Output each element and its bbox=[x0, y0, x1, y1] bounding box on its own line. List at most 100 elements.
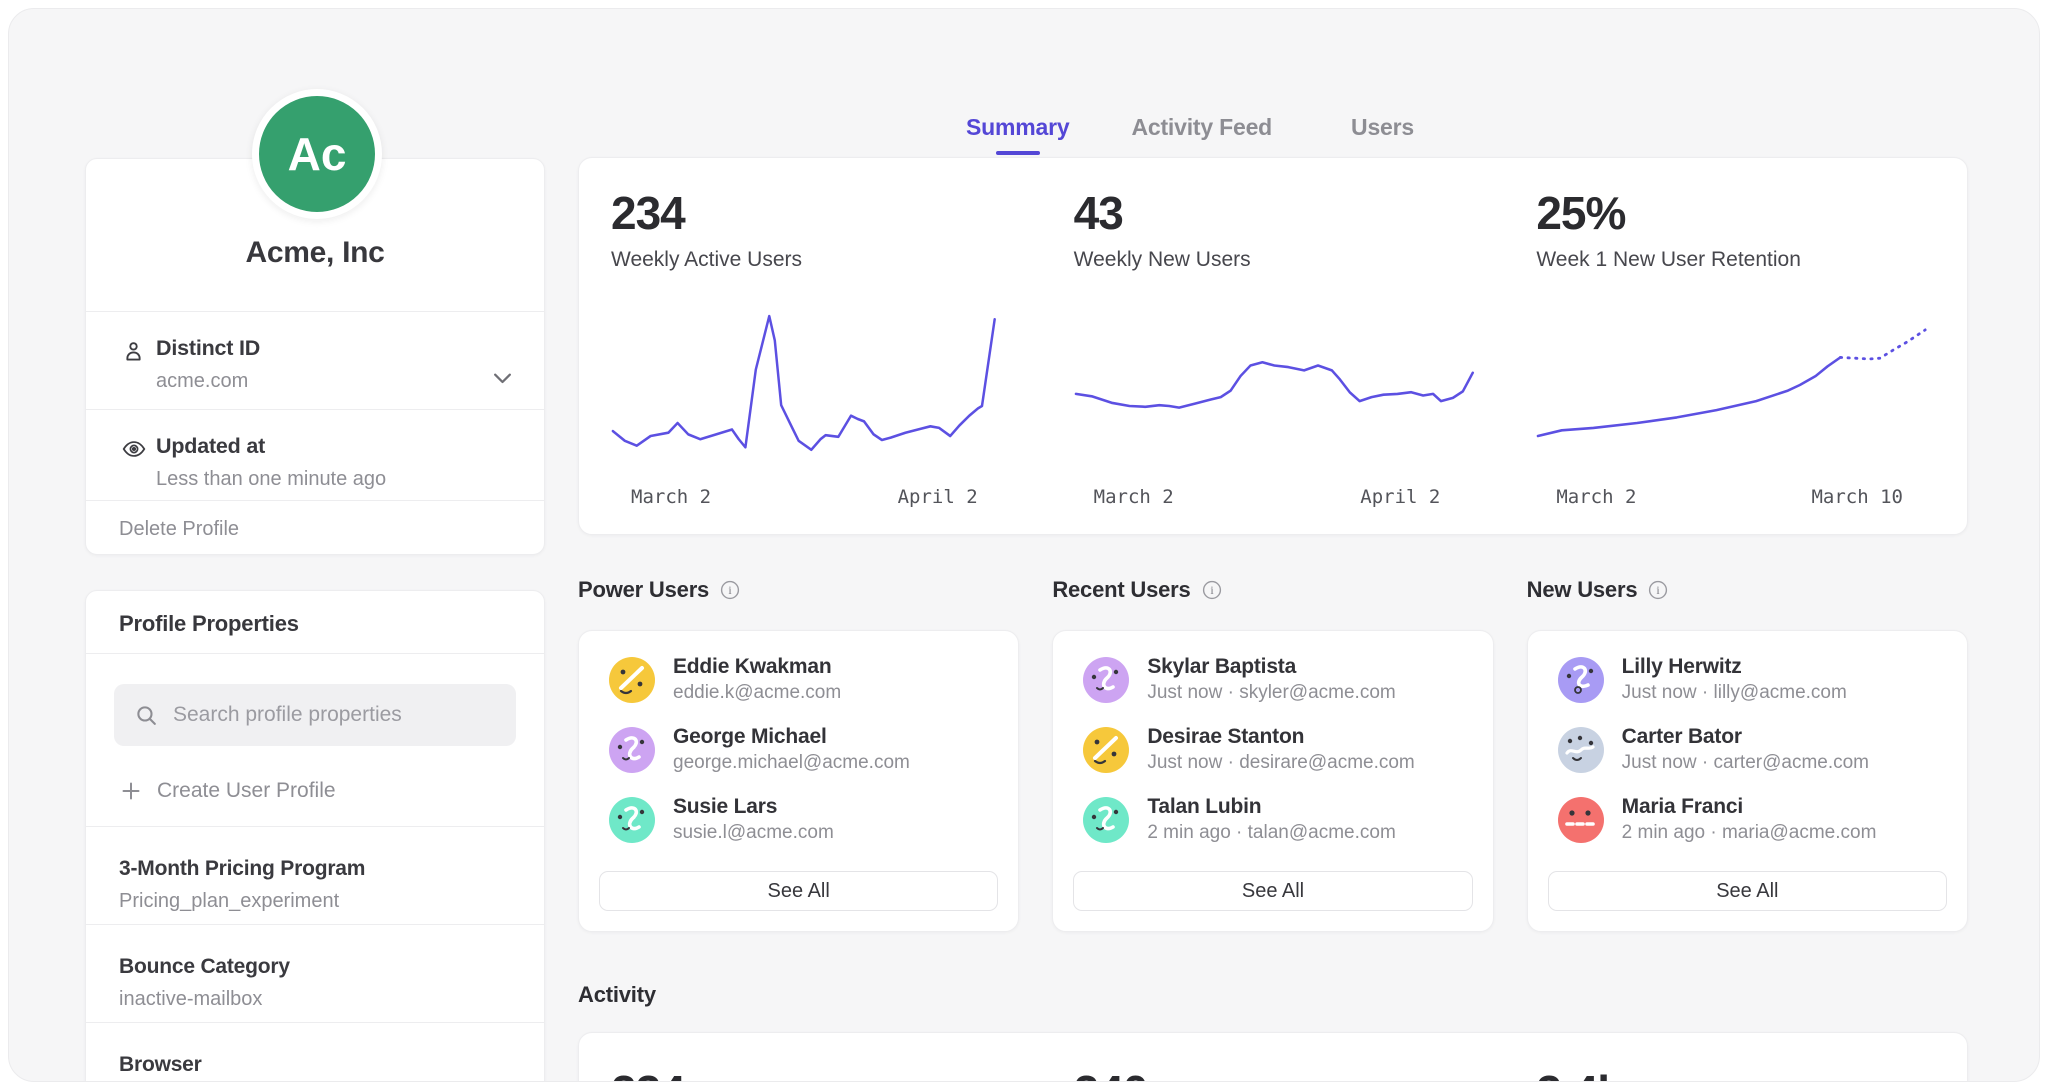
list-title: New Users bbox=[1527, 577, 1638, 603]
divider bbox=[86, 653, 544, 654]
user-name: Eddie Kwakman bbox=[673, 655, 841, 679]
tab-summary[interactable]: Summary bbox=[966, 114, 1069, 154]
activity-title: Activity bbox=[578, 982, 656, 1008]
profile-properties-title: Profile Properties bbox=[86, 591, 544, 653]
x-tick-left: March 2 bbox=[1556, 486, 1636, 508]
x-tick-left: March 2 bbox=[631, 486, 711, 508]
x-axis-labels: March 2 April 2 bbox=[1074, 486, 1475, 508]
stat-week1-retention: 25% Week 1 New User Retention March 2 Ma… bbox=[1504, 158, 1967, 534]
user-row[interactable]: Eddie Kwakman eddie.k@acme.com bbox=[609, 655, 988, 704]
user-row[interactable]: Lilly Herwitz Just now · lilly@acme.com bbox=[1558, 655, 1937, 704]
tab-users[interactable]: Users bbox=[1351, 114, 1414, 154]
eye-icon bbox=[121, 436, 147, 467]
user-subtext: Just now · skyler@acme.com bbox=[1147, 682, 1395, 704]
user-lists: Power Users i Eddie Kwakman eddie.k@acme… bbox=[578, 575, 1968, 932]
app-window: Acme, Inc Distinct ID acme.com bbox=[8, 8, 2040, 1082]
user-avatar bbox=[1083, 727, 1129, 773]
weekly-new-users-sparkline bbox=[1074, 304, 1475, 474]
activity-card: 234 240 3.4k bbox=[578, 1032, 1968, 1082]
property-name: Bounce Category bbox=[119, 955, 511, 979]
user-avatar bbox=[609, 727, 655, 773]
list-title: Power Users bbox=[578, 577, 709, 603]
x-tick-right: April 2 bbox=[898, 486, 978, 508]
info-icon[interactable]: i bbox=[1202, 580, 1222, 600]
stat-weekly-active-users: 234 Weekly Active Users March 2 April 2 bbox=[579, 158, 1042, 534]
stat-value: 234 bbox=[611, 190, 1012, 236]
profile-properties-card: Profile Properties Create User Profile 3… bbox=[85, 590, 545, 1082]
search-icon bbox=[134, 703, 159, 728]
create-user-profile-label: Create User Profile bbox=[157, 779, 336, 803]
stat-value: 234 bbox=[611, 1069, 1012, 1082]
chevron-down-icon[interactable] bbox=[489, 364, 516, 396]
user-avatar bbox=[1083, 797, 1129, 843]
user-row[interactable]: Talan Lubin 2 min ago · talan@acme.com bbox=[1083, 795, 1462, 844]
search-profile-properties-box[interactable] bbox=[114, 684, 516, 746]
activity-stat: 240 bbox=[1042, 1033, 1505, 1082]
stat-value: 240 bbox=[1074, 1069, 1475, 1082]
user-subtext: susie.l@acme.com bbox=[673, 822, 834, 844]
user-name: Skylar Baptista bbox=[1147, 655, 1395, 679]
updated-at-value: Less than one minute ago bbox=[156, 468, 386, 491]
user-subtext: Just now · desirare@acme.com bbox=[1147, 752, 1414, 774]
user-name: Susie Lars bbox=[673, 795, 834, 819]
user-avatar bbox=[1558, 797, 1604, 843]
recent-users-column: Recent Users i Skylar Baptista Just now … bbox=[1052, 575, 1493, 932]
list-header: Recent Users i bbox=[1052, 575, 1493, 605]
recent-users-card: Skylar Baptista Just now · skyler@acme.c… bbox=[1052, 630, 1493, 932]
list-header: New Users i bbox=[1527, 575, 1968, 605]
updated-at-label: Updated at bbox=[156, 434, 386, 459]
search-input[interactable] bbox=[171, 702, 496, 728]
stat-value: 3.4k bbox=[1536, 1069, 1937, 1082]
user-row[interactable]: Maria Franci 2 min ago · maria@acme.com bbox=[1558, 795, 1937, 844]
tab-activity-feed[interactable]: Activity Feed bbox=[1131, 114, 1272, 154]
create-user-profile-button[interactable]: Create User Profile bbox=[86, 770, 544, 812]
list-header: Power Users i bbox=[578, 575, 1019, 605]
property-row[interactable]: 3-Month Pricing Program Pricing_plan_exp… bbox=[86, 827, 544, 924]
distinct-id-value: acme.com bbox=[156, 370, 260, 393]
user-name: George Michael bbox=[673, 725, 910, 749]
user-avatar bbox=[1558, 657, 1604, 703]
distinct-id-label: Distinct ID bbox=[156, 336, 260, 361]
user-row[interactable]: George Michael george.michael@acme.com bbox=[609, 725, 988, 774]
user-name: Carter Bator bbox=[1622, 725, 1869, 749]
see-all-button[interactable]: See All bbox=[1548, 871, 1947, 911]
user-subtext: Just now · lilly@acme.com bbox=[1622, 682, 1847, 704]
user-subtext: Just now · carter@acme.com bbox=[1622, 752, 1869, 774]
user-row[interactable]: Skylar Baptista Just now · skyler@acme.c… bbox=[1083, 655, 1462, 704]
svg-text:i: i bbox=[728, 583, 732, 597]
user-avatar bbox=[1558, 727, 1604, 773]
user-avatar bbox=[609, 797, 655, 843]
property-row[interactable]: Browser Chrome bbox=[86, 1023, 544, 1082]
activity-stat: 3.4k bbox=[1504, 1033, 1967, 1082]
user-name: Lilly Herwitz bbox=[1622, 655, 1847, 679]
x-tick-right: April 2 bbox=[1360, 486, 1440, 508]
power-users-column: Power Users i Eddie Kwakman eddie.k@acme… bbox=[578, 575, 1019, 932]
user-row[interactable]: Desirae Stanton Just now · desirare@acme… bbox=[1083, 725, 1462, 774]
info-icon[interactable]: i bbox=[720, 580, 740, 600]
stat-value: 25% bbox=[1536, 190, 1937, 236]
week1-retention-sparkline bbox=[1536, 304, 1937, 474]
info-icon[interactable]: i bbox=[1648, 580, 1668, 600]
profile-tabs: Summary Activity Feed Users bbox=[578, 114, 1968, 154]
new-users-card: Lilly Herwitz Just now · lilly@acme.com … bbox=[1527, 630, 1968, 932]
plus-icon bbox=[119, 779, 143, 803]
svg-text:i: i bbox=[1210, 583, 1214, 597]
svg-text:i: i bbox=[1657, 583, 1661, 597]
property-name: Browser bbox=[119, 1053, 511, 1077]
user-row[interactable]: Susie Lars susie.l@acme.com bbox=[609, 795, 988, 844]
user-name: Desirae Stanton bbox=[1147, 725, 1414, 749]
distinct-id-row[interactable]: Distinct ID acme.com bbox=[86, 312, 544, 409]
new-users-column: New Users i Lilly Herwitz Just now · lil… bbox=[1527, 575, 1968, 932]
user-subtext: 2 min ago · maria@acme.com bbox=[1622, 822, 1877, 844]
delete-profile-button[interactable]: Delete Profile bbox=[86, 501, 544, 558]
stat-label: Weekly Active Users bbox=[611, 248, 1012, 272]
summary-card: 234 Weekly Active Users March 2 April 2 … bbox=[578, 157, 1968, 535]
see-all-button[interactable]: See All bbox=[1073, 871, 1472, 911]
property-row[interactable]: Bounce Category inactive-mailbox bbox=[86, 925, 544, 1022]
user-avatar bbox=[609, 657, 655, 703]
user-name: Talan Lubin bbox=[1147, 795, 1395, 819]
user-row[interactable]: Carter Bator Just now · carter@acme.com bbox=[1558, 725, 1937, 774]
company-initials: Ac bbox=[288, 127, 347, 181]
see-all-button[interactable]: See All bbox=[599, 871, 998, 911]
user-subtext: eddie.k@acme.com bbox=[673, 682, 841, 704]
